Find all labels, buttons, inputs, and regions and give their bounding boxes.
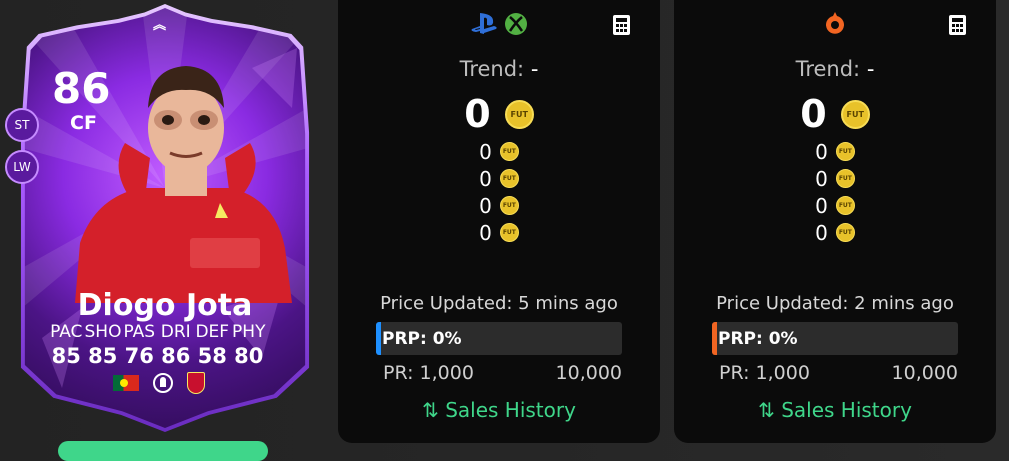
calculator-icon[interactable] — [949, 15, 966, 35]
older-price-row: 0 FUT — [674, 192, 996, 219]
sort-arrows-icon: ⇅ — [422, 398, 439, 422]
sort-arrows-icon: ⇅ — [758, 398, 775, 422]
price-value: 0 — [464, 92, 491, 136]
older-price: 0 — [479, 166, 492, 191]
current-price: 0 FUT — [338, 92, 660, 136]
trend-value: - — [530, 57, 539, 81]
stat-value: 76 — [124, 344, 154, 368]
portugal-flag-icon — [113, 375, 139, 391]
coin-icon: FUT — [504, 99, 534, 129]
sales-history-label: Sales History — [781, 398, 912, 422]
stat-value: 85 — [51, 344, 81, 368]
rank-chevron-icon: ︽ — [153, 18, 167, 33]
prp-bar-fill — [376, 322, 381, 355]
older-price-row: 0 FUT — [674, 138, 996, 165]
platform-icons — [338, 12, 660, 36]
coin-icon: FUT — [835, 142, 855, 161]
sales-history-label: Sales History — [445, 398, 576, 422]
prp-bar: PRP: 0% — [712, 322, 958, 355]
stat-value: 85 — [88, 344, 118, 368]
coin-icon: FUT — [499, 142, 519, 161]
trend-label: Trend: — [459, 57, 525, 81]
older-price: 0 — [479, 193, 492, 218]
alt-position-badge: ST — [5, 108, 39, 142]
older-price: 0 — [479, 220, 492, 245]
stat-value: 80 — [234, 344, 264, 368]
older-price: 0 — [815, 166, 828, 191]
stat-label: PHY — [232, 322, 266, 342]
xbox-icon — [505, 13, 527, 35]
alt-position-badge: LW — [5, 150, 39, 184]
older-price-row: 0 FUT — [674, 165, 996, 192]
stat-sho: SHO 85 — [85, 322, 122, 368]
trend-text: Trend: - — [338, 57, 660, 81]
stat-label: SHO — [84, 322, 122, 342]
price-value: 0 — [800, 92, 827, 136]
stat-pac: PAC 85 — [48, 322, 85, 368]
coin-icon: FUT — [840, 99, 870, 129]
stat-label: PAC — [50, 322, 83, 342]
player-name: Diogo Jota — [77, 288, 253, 323]
playstation-icon — [471, 13, 497, 34]
price-panel-pc: Trend: - 0 FUT 0 FUT 0 FUT 0 FUT 0 FUT Price… — [674, 0, 996, 443]
older-price: 0 — [815, 220, 828, 245]
trend-label: Trend: — [795, 57, 861, 81]
older-price-row: 0 FUT — [338, 165, 660, 192]
trend-text: Trend: - — [674, 57, 996, 81]
platform-icons — [674, 12, 996, 38]
older-price: 0 — [815, 193, 828, 218]
stat-label: DRI — [160, 322, 191, 342]
calculator-icon[interactable] — [613, 15, 630, 35]
sales-history-link[interactable]: ⇅ Sales History — [674, 398, 996, 422]
older-price-row: 0 FUT — [674, 219, 996, 246]
older-price-row: 0 FUT — [338, 192, 660, 219]
price-updated-text: Price Updated: 5 mins ago — [380, 293, 618, 314]
coin-icon: FUT — [499, 196, 519, 215]
price-updated-text: Price Updated: 2 mins ago — [716, 293, 954, 314]
stat-label: PAS — [123, 322, 156, 342]
premier-league-icon — [153, 373, 173, 393]
stat-label: DEF — [195, 322, 230, 342]
price-range-min: PR: 1,000 — [383, 362, 474, 384]
older-price-row: 0 FUT — [338, 219, 660, 246]
older-price: 0 — [815, 139, 828, 164]
card-meta-icons — [113, 372, 205, 394]
action-button[interactable] — [58, 441, 268, 461]
stat-pas: PAS 76 — [121, 322, 158, 368]
coin-icon: FUT — [835, 169, 855, 188]
prp-label: PRP: 0% — [382, 329, 462, 349]
player-card[interactable]: ︽ 86 CF ST LW Diogo Jota PAC 85 SHO 85 P… — [0, 0, 330, 450]
current-price: 0 FUT — [674, 92, 996, 136]
coin-icon: FUT — [499, 169, 519, 188]
price-range: PR: 1,000 10,000 — [383, 362, 622, 384]
stat-value: 86 — [161, 344, 191, 368]
stats-row: PAC 85 SHO 85 PAS 76 DRI 86 DEF 58 PHY 8… — [48, 322, 267, 368]
older-prices: 0 FUT 0 FUT 0 FUT 0 FUT — [338, 138, 660, 246]
older-price: 0 — [479, 139, 492, 164]
stat-def: DEF 58 — [194, 322, 231, 368]
price-range: PR: 1,000 10,000 — [719, 362, 958, 384]
prp-bar: PRP: 0% — [376, 322, 622, 355]
stat-value: 58 — [197, 344, 227, 368]
prp-label: PRP: 0% — [718, 329, 798, 349]
prp-bar-fill — [712, 322, 717, 355]
player-rating: 86 — [52, 64, 111, 113]
coin-icon: FUT — [835, 223, 855, 242]
price-range-min: PR: 1,000 — [719, 362, 810, 384]
player-position: CF — [70, 112, 97, 134]
sales-history-link[interactable]: ⇅ Sales History — [338, 398, 660, 422]
coin-icon: FUT — [499, 223, 519, 242]
price-panel-console: Trend: - 0 FUT 0 FUT 0 FUT 0 FUT 0 FUT Price… — [338, 0, 660, 443]
stat-phy: PHY 80 — [231, 322, 268, 368]
stat-dri: DRI 86 — [158, 322, 195, 368]
trend-value: - — [866, 57, 875, 81]
coin-icon: FUT — [835, 196, 855, 215]
older-price-row: 0 FUT — [338, 138, 660, 165]
liverpool-crest-icon — [187, 372, 205, 394]
origin-icon — [826, 12, 844, 34]
older-prices: 0 FUT 0 FUT 0 FUT 0 FUT — [674, 138, 996, 246]
price-range-max: 10,000 — [891, 362, 958, 384]
price-range-max: 10,000 — [555, 362, 622, 384]
